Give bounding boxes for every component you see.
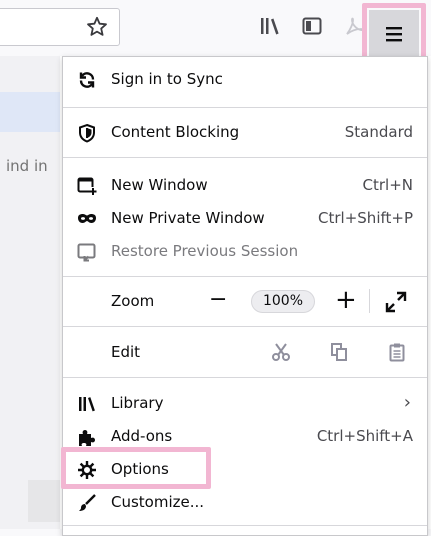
menu-item-sign-in[interactable]: Sign in to Sync (63, 65, 427, 93)
cut-icon[interactable] (271, 342, 291, 362)
menu-item-library[interactable]: Library › (63, 389, 427, 417)
menu-divider (63, 157, 427, 158)
zoom-in-button[interactable]: + (335, 287, 357, 315)
page-gray-block (28, 480, 60, 522)
puzzle-icon (77, 427, 97, 447)
shield-icon (77, 123, 97, 143)
hamburger-menu-icon (382, 22, 406, 46)
library-icon[interactable] (258, 14, 282, 38)
sidebar-icon[interactable] (300, 14, 324, 38)
menu-item-label: Library (111, 394, 164, 412)
content-blocking-value: Standard (344, 123, 413, 141)
menu-item-label: Restore Previous Session (111, 242, 299, 260)
menu-item-shortcut: Ctrl+Shift+P (318, 209, 413, 227)
menu-item-content-blocking[interactable]: Content Blocking Standard (63, 118, 427, 146)
zoom-label: Zoom (111, 292, 155, 310)
menu-divider (63, 326, 427, 327)
menu-item-zoom: Zoom − 100% + (63, 287, 427, 315)
hamburger-menu-button[interactable] (369, 10, 419, 58)
menu-item-shortcut: Ctrl+Shift+A (316, 427, 413, 445)
menu-divider (63, 525, 427, 526)
paintbrush-icon (77, 493, 97, 513)
menu-item-label: Customize... (111, 493, 205, 511)
zoom-out-button[interactable]: − (209, 287, 231, 315)
menu-item-label: Content Blocking (111, 123, 240, 141)
menu-item-label: New Window (111, 176, 208, 194)
menu-divider (63, 107, 427, 108)
library-icon (77, 394, 97, 414)
private-mask-icon (77, 209, 97, 229)
url-bar[interactable] (0, 8, 120, 46)
chevron-right-icon: › (403, 392, 411, 413)
star-icon[interactable] (85, 15, 109, 39)
sync-icon (77, 70, 97, 90)
page-find-text: ind in (6, 157, 48, 175)
menu-item-addons[interactable]: Add-ons Ctrl+Shift+A (63, 422, 427, 450)
edit-label: Edit (111, 343, 141, 361)
copy-icon[interactable] (329, 342, 349, 362)
menu-item-new-window[interactable]: New Window Ctrl+N (63, 171, 427, 199)
paste-icon[interactable] (387, 342, 407, 362)
menu-item-label: New Private Window (111, 209, 265, 227)
menu-item-shortcut: Ctrl+N (362, 176, 413, 194)
options-highlight-box (61, 447, 211, 489)
menu-divider (63, 377, 427, 378)
menu-item-customize[interactable]: Customize... (63, 488, 427, 516)
menu-item-label: Add-ons (111, 427, 173, 445)
zoom-reset-button[interactable]: 100% (251, 290, 315, 313)
menu-item-new-private-window[interactable]: New Private Window Ctrl+Shift+P (63, 204, 427, 232)
fullscreen-icon[interactable] (385, 291, 407, 313)
menu-item-edit: Edit (63, 338, 427, 366)
zoom-divider (369, 289, 370, 313)
menu-divider (63, 276, 427, 277)
restore-session-icon (77, 242, 97, 262)
browser-toolbar (0, 0, 431, 65)
page-blue-bar (0, 92, 60, 132)
new-window-icon (77, 176, 97, 196)
menu-item-restore-session[interactable]: Restore Previous Session (63, 237, 427, 265)
menu-item-label: Sign in to Sync (111, 70, 223, 88)
